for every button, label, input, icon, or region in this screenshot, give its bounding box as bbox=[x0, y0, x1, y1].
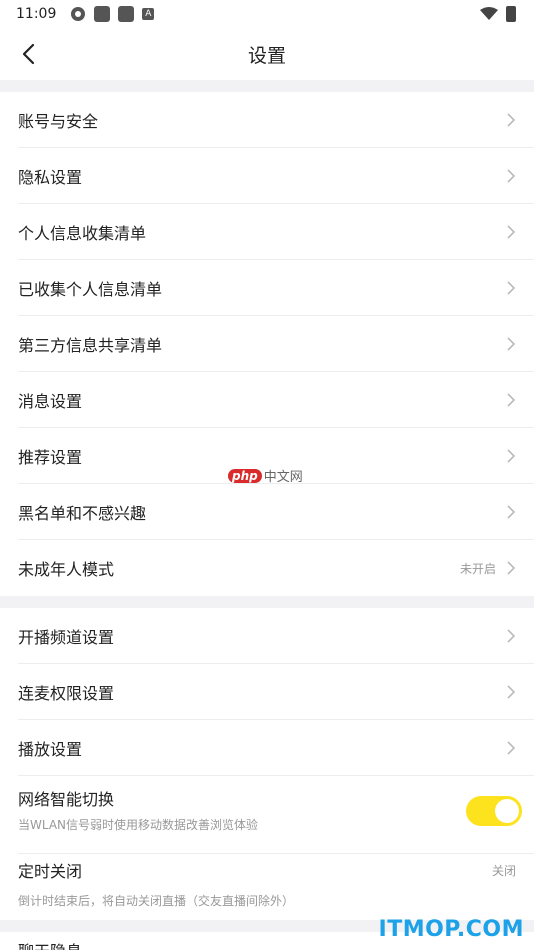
page-title: 设置 bbox=[247, 44, 286, 67]
notification-icon bbox=[118, 6, 135, 22]
setting-label: 网络智能切换 bbox=[18, 790, 115, 809]
back-button[interactable] bbox=[14, 40, 42, 68]
setting-label: 推荐设置 bbox=[18, 447, 83, 467]
setting-description: 倒计时结束后，将自动关闭直播（交友直播间除外） bbox=[18, 894, 295, 908]
setting-timer-close[interactable]: 定时关闭 关闭 倒计时结束后，将自动关闭直播（交友直播间除外） bbox=[18, 854, 534, 920]
setting-label: 播放设置 bbox=[18, 739, 83, 759]
wifi-icon bbox=[480, 7, 498, 20]
chevron-right-icon bbox=[507, 392, 516, 407]
setting-label: 黑名单和不感兴趣 bbox=[18, 503, 147, 523]
setting-label: 账号与安全 bbox=[18, 111, 99, 131]
chevron-right-icon bbox=[507, 740, 516, 755]
settings-group-1: 账号与安全 隐私设置 个人信息收集清单 已收集个人信息清单 第三方信息共享清单 … bbox=[0, 92, 534, 596]
notification-icon bbox=[94, 6, 111, 22]
setting-label: 定时关闭 bbox=[18, 862, 83, 881]
chevron-left-icon bbox=[22, 43, 35, 65]
site-watermark: ITMOP.COM bbox=[378, 917, 524, 942]
setting-value: 关闭 bbox=[491, 863, 516, 878]
setting-third-party-list[interactable]: 第三方信息共享清单 bbox=[18, 316, 534, 372]
section-divider bbox=[0, 596, 534, 608]
battery-icon bbox=[506, 6, 516, 22]
setting-blacklist[interactable]: 黑名单和不感兴趣 bbox=[18, 484, 534, 540]
setting-account-security[interactable]: 账号与安全 bbox=[18, 92, 534, 148]
network-switch-toggle[interactable] bbox=[466, 796, 522, 826]
status-bar: 11:09 A bbox=[0, 0, 534, 28]
setting-label: 隐私设置 bbox=[18, 167, 83, 187]
setting-value: 未开启 bbox=[459, 561, 496, 576]
status-time: 11:09 bbox=[16, 6, 57, 22]
watermark-text: 中文网 bbox=[263, 470, 303, 485]
watermark-logo: php bbox=[228, 468, 262, 483]
setting-live-channel[interactable]: 开播频道设置 bbox=[18, 608, 534, 664]
watermark: php 中文网 bbox=[228, 466, 303, 485]
setting-label: 第三方信息共享清单 bbox=[18, 335, 163, 355]
setting-label: 消息设置 bbox=[18, 391, 83, 411]
setting-label: 连麦权限设置 bbox=[18, 683, 115, 703]
setting-description: 当WLAN信号弱时使用移动数据改善浏览体验 bbox=[18, 818, 259, 832]
setting-network-switch: 网络智能切换 当WLAN信号弱时使用移动数据改善浏览体验 bbox=[18, 776, 534, 854]
toggle-knob bbox=[495, 799, 519, 823]
setting-label: 个人信息收集清单 bbox=[18, 223, 147, 243]
setting-label: 开播频道设置 bbox=[18, 627, 115, 647]
chevron-right-icon bbox=[507, 628, 516, 643]
setting-label: 已收集个人信息清单 bbox=[18, 279, 163, 299]
a-badge-icon: A bbox=[142, 8, 155, 20]
chevron-right-icon bbox=[507, 561, 516, 575]
chevron-right-icon bbox=[507, 280, 516, 295]
chevron-right-icon bbox=[507, 504, 516, 519]
app-header: 设置 bbox=[0, 28, 534, 80]
setting-message[interactable]: 消息设置 bbox=[18, 372, 534, 428]
setting-collected-info-list[interactable]: 已收集个人信息清单 bbox=[18, 260, 534, 316]
setting-chat-privacy[interactable]: 聊天隐息 bbox=[18, 938, 82, 950]
status-icons: A bbox=[70, 6, 155, 22]
setting-privacy[interactable]: 隐私设置 bbox=[18, 148, 534, 204]
chevron-right-icon bbox=[507, 448, 516, 463]
chevron-right-icon bbox=[507, 112, 516, 127]
chevron-right-icon bbox=[507, 336, 516, 351]
setting-mic-permission[interactable]: 连麦权限设置 bbox=[18, 664, 534, 720]
setting-minor-mode[interactable]: 未成年人模式 未开启 bbox=[18, 540, 534, 596]
chevron-right-icon bbox=[507, 168, 516, 183]
setting-personal-info-list[interactable]: 个人信息收集清单 bbox=[18, 204, 534, 260]
gear-status-icon bbox=[71, 7, 86, 21]
chevron-right-icon bbox=[507, 224, 516, 239]
setting-playback[interactable]: 播放设置 bbox=[18, 720, 534, 776]
setting-label: 未成年人模式 bbox=[18, 560, 115, 579]
section-divider bbox=[0, 80, 534, 92]
settings-group-2: 开播频道设置 连麦权限设置 播放设置 网络智能切换 当WLAN信号弱时使用移动数… bbox=[0, 608, 534, 920]
chevron-right-icon bbox=[507, 684, 516, 699]
